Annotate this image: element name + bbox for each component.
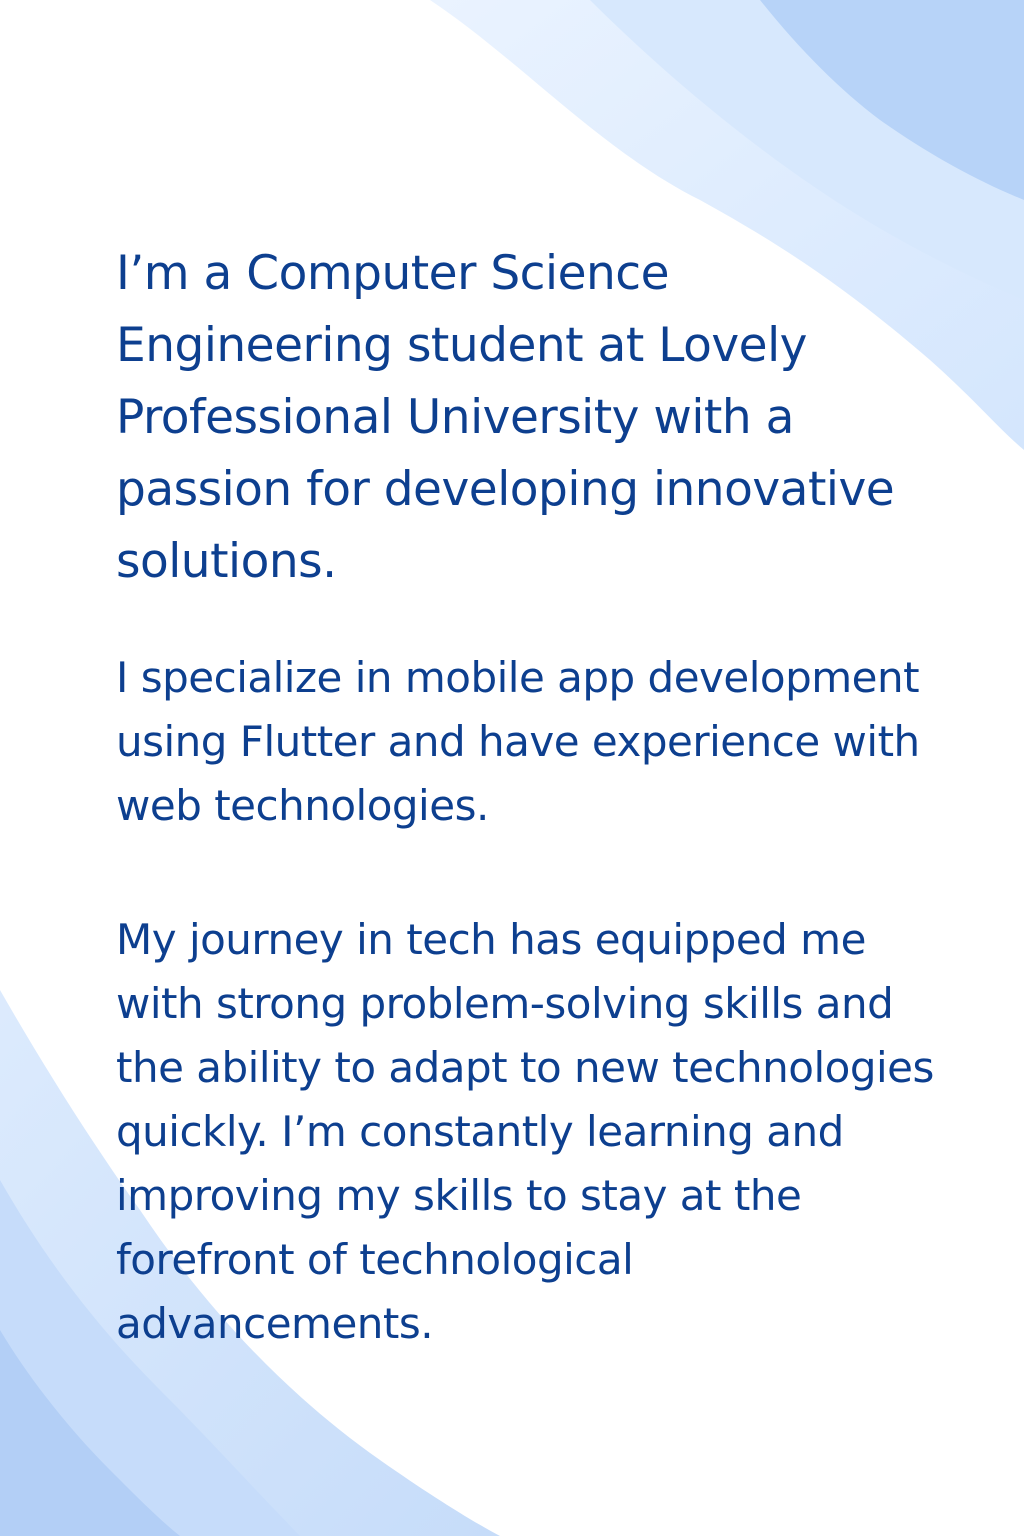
intro-paragraph: I’m a Computer Science Engineering stude… bbox=[116, 246, 895, 589]
journey-paragraph: My journey in tech has equipped me with … bbox=[116, 915, 934, 1348]
specialization-paragraph: I specialize in mobile app development u… bbox=[116, 653, 920, 830]
